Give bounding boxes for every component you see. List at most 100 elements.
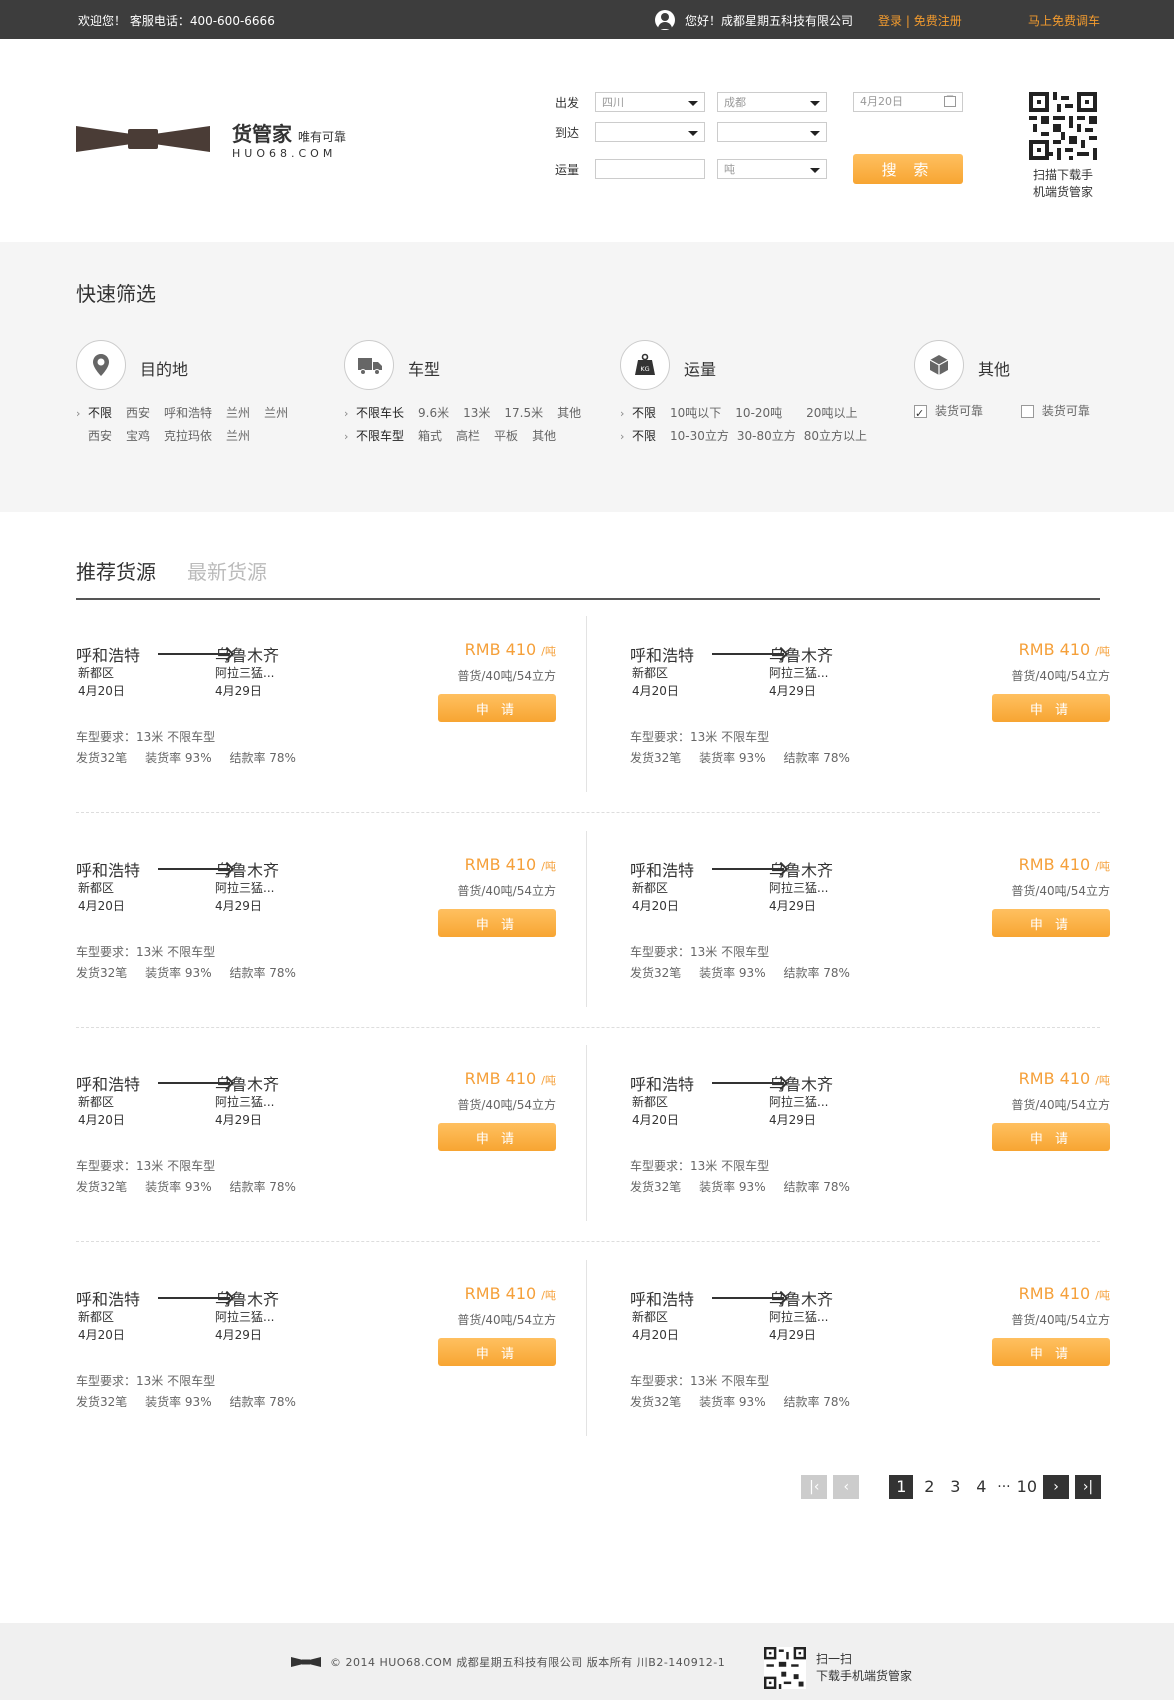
cargo-card[interactable]: 呼和浩特 乌鲁木齐 新都区 4月20日 阿拉三猛... 4月29日 RMB 41…	[630, 1045, 1110, 1230]
quick-filter-panel: 快速筛选 目的地 › 不限 西安 呼和浩特 兰州 兰州 西安 宝鸡 克拉玛依 兰州 车型 › 不限…	[0, 242, 1174, 512]
loading-rate: 装货率 93%	[699, 1395, 766, 1409]
price-value: RMB 410	[464, 1069, 537, 1088]
page-number[interactable]: 4	[971, 1475, 991, 1499]
reliable-checkbox-1[interactable]: 装货可靠	[914, 402, 983, 425]
site-logo[interactable]: 货管家 唯有可靠 HUO68.COM	[76, 118, 346, 160]
first-page-icon[interactable]: |‹	[801, 1475, 828, 1499]
loading-rate: 装货率 93%	[145, 1180, 212, 1194]
apply-button[interactable]: 申 请	[438, 1123, 556, 1151]
qr-code-icon	[764, 1647, 806, 1689]
qr-caption-line1: 扫描下载手	[1032, 168, 1093, 182]
volume-input[interactable]	[595, 159, 705, 179]
filter-group-title: 运量	[684, 360, 717, 379]
chevron-right-icon: ›	[76, 407, 81, 420]
filter-option[interactable]: 不限车型	[356, 425, 404, 448]
filter-option[interactable]: 不限	[632, 425, 656, 448]
vehicle-requirement: 车型要求：13米 不限车型	[76, 945, 216, 959]
prev-page-icon[interactable]: ‹	[833, 1475, 860, 1499]
depart-city-value: 成都	[724, 96, 746, 109]
apply-button[interactable]: 申 请	[992, 694, 1110, 722]
filter-option[interactable]: 9.6米	[418, 402, 449, 425]
filter-option[interactable]: 呼和浩特	[164, 402, 212, 425]
destination-district: 阿拉三猛...	[215, 1310, 275, 1324]
apply-button[interactable]: 申 请	[992, 1338, 1110, 1366]
filter-option[interactable]: 10-20吨	[735, 402, 782, 425]
filter-option[interactable]: 80立方以上	[804, 425, 867, 448]
filter-option[interactable]: 兰州	[226, 425, 250, 448]
filter-option[interactable]: 10-30立方	[670, 425, 729, 448]
filter-option[interactable]: 西安	[88, 425, 112, 448]
arrive-city-select[interactable]	[717, 122, 827, 142]
cargo-spec: 普货/40吨/54立方	[457, 669, 556, 683]
filter-option[interactable]: 其他	[557, 402, 581, 425]
chevron-down-icon	[810, 168, 820, 173]
cargo-card[interactable]: 呼和浩特 乌鲁木齐 新都区 4月20日 阿拉三猛... 4月29日 RMB 41…	[630, 831, 1110, 1016]
apply-button[interactable]: 申 请	[992, 909, 1110, 937]
filter-option[interactable]: 不限	[88, 402, 112, 425]
origin-city: 呼和浩特	[76, 861, 141, 880]
dispatch-link[interactable]: 马上免费调车	[1028, 12, 1100, 29]
greeting-text: 您好！成都星期五科技有限公司	[685, 13, 854, 28]
cargo-card[interactable]: 呼和浩特 乌鲁木齐 新都区 4月20日 阿拉三猛... 4月29日 RMB 41…	[76, 616, 556, 801]
filter-option[interactable]: 克拉玛依	[164, 425, 212, 448]
destination-city: 乌鲁木齐	[769, 1290, 834, 1309]
apply-button[interactable]: 申 请	[438, 1338, 556, 1366]
register-link[interactable]: 免费注册	[914, 14, 962, 28]
filter-option[interactable]: 宝鸡	[126, 425, 150, 448]
filter-option[interactable]: 不限车长	[356, 402, 404, 425]
filter-option[interactable]: 其他	[532, 425, 556, 448]
page-number[interactable]: 3	[945, 1475, 965, 1499]
filter-option[interactable]: 西安	[126, 402, 150, 425]
calendar-icon[interactable]: ▔	[944, 96, 956, 107]
cargo-card[interactable]: 呼和浩特 乌鲁木齐 新都区 4月20日 阿拉三猛... 4月29日 RMB 41…	[76, 831, 556, 1016]
cargo-spec: 普货/40吨/54立方	[457, 1098, 556, 1112]
destination-city: 乌鲁木齐	[769, 646, 834, 665]
cargo-card[interactable]: 呼和浩特 乌鲁木齐 新都区 4月20日 阿拉三猛... 4月29日 RMB 41…	[630, 1260, 1110, 1445]
depart-city-select[interactable]: 成都	[717, 92, 827, 112]
card-divider	[586, 831, 587, 1007]
arrive-province-select[interactable]	[595, 122, 705, 142]
filter-option[interactable]: 13米	[463, 402, 490, 425]
user-avatar-icon	[655, 10, 675, 30]
search-button[interactable]: 搜 索	[853, 154, 963, 184]
filter-option[interactable]: 平板	[494, 425, 518, 448]
origin-date: 4月20日	[78, 1328, 125, 1342]
apply-button[interactable]: 申 请	[438, 909, 556, 937]
filter-option[interactable]: 20吨以上	[806, 402, 857, 425]
filter-option[interactable]: 不限	[632, 402, 656, 425]
depart-row: 出发 四川 成都 4月20日 ▔	[555, 92, 963, 112]
last-page-icon[interactable]: ›|	[1075, 1475, 1101, 1499]
cargo-card[interactable]: 呼和浩特 乌鲁木齐 新都区 4月20日 阿拉三猛... 4月29日 RMB 41…	[76, 1045, 556, 1230]
tab-recommended[interactable]: 推荐货源	[76, 556, 156, 585]
page-number[interactable]: 2	[919, 1475, 939, 1499]
filter-option[interactable]: 10吨以下	[670, 402, 721, 425]
next-page-icon[interactable]: ›	[1043, 1475, 1069, 1499]
destination-date: 4月29日	[215, 684, 262, 698]
filter-option[interactable]: 兰州	[264, 402, 288, 425]
filter-option[interactable]: 30-80立方	[737, 425, 796, 448]
filter-option[interactable]: 17.5米	[504, 402, 543, 425]
origin-date: 4月20日	[632, 1113, 679, 1127]
cargo-card[interactable]: 呼和浩特 乌鲁木齐 新都区 4月20日 阿拉三猛... 4月29日 RMB 41…	[76, 1260, 556, 1445]
filter-option[interactable]: 兰州	[226, 402, 250, 425]
apply-button[interactable]: 申 请	[438, 694, 556, 722]
page-number[interactable]: 10	[1017, 1475, 1037, 1499]
volume-unit-select[interactable]: 吨	[717, 159, 827, 179]
depart-province-select[interactable]: 四川	[595, 92, 705, 112]
date-input[interactable]: 4月20日 ▔	[853, 92, 963, 112]
loading-rate: 装货率 93%	[699, 966, 766, 980]
filter-option[interactable]: 高栏	[456, 425, 480, 448]
cargo-spec: 普货/40吨/54立方	[457, 1313, 556, 1327]
filter-option[interactable]: 箱式	[418, 425, 442, 448]
destination-district: 阿拉三猛...	[769, 1310, 829, 1324]
destination-date: 4月29日	[769, 1113, 816, 1127]
chevron-right-icon: ›	[344, 407, 349, 420]
apply-button[interactable]: 申 请	[992, 1123, 1110, 1151]
login-link[interactable]: 登录	[878, 14, 902, 28]
destination-date: 4月29日	[769, 899, 816, 913]
cargo-card[interactable]: 呼和浩特 乌鲁木齐 新都区 4月20日 阿拉三猛... 4月29日 RMB 41…	[630, 616, 1110, 801]
tab-latest[interactable]: 最新货源	[187, 556, 267, 585]
shipment-count: 发货32笔	[630, 966, 682, 980]
reliable-checkbox-2[interactable]: 装货可靠	[1020, 404, 1090, 418]
page-number[interactable]: 1	[889, 1475, 914, 1499]
